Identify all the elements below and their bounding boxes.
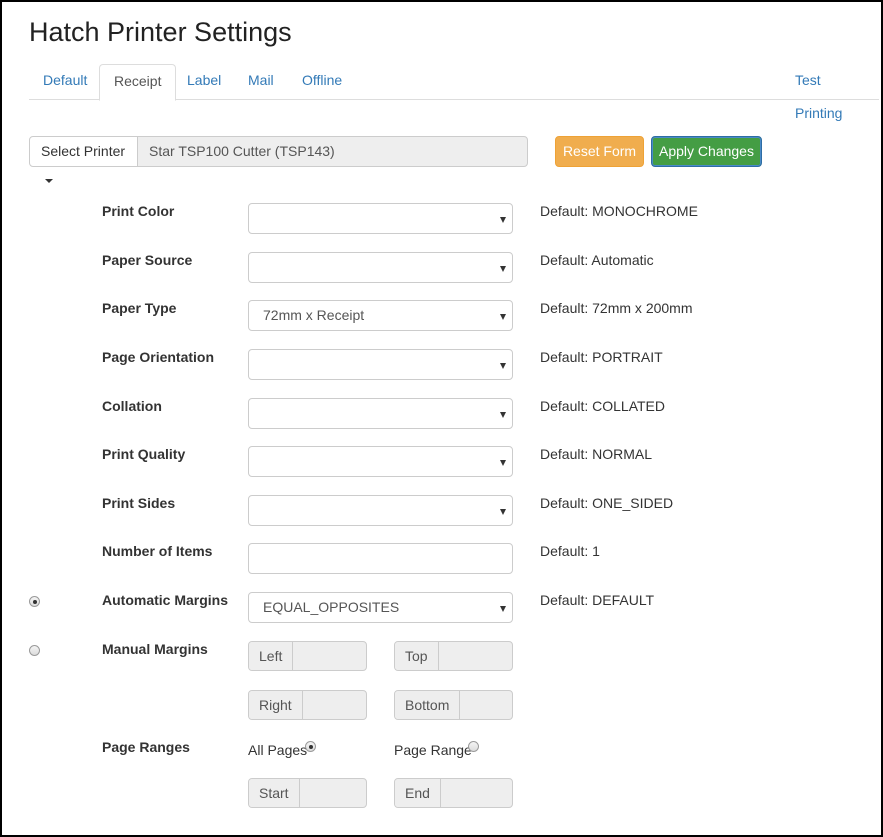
page-range-label: Page Range	[394, 742, 472, 758]
collation-default: Default: COLLATED	[540, 398, 666, 414]
automatic-margins-radio[interactable]	[29, 596, 40, 607]
margin-top-addon: Top	[395, 642, 439, 670]
paper-source-label: Paper Source	[102, 252, 193, 268]
reset-form-button[interactable]: Reset Form	[555, 136, 644, 167]
print-sides-default: Default: ONE_SIDED	[540, 495, 674, 511]
tab-mail[interactable]: Mail	[234, 64, 288, 100]
tab-offline[interactable]: Offline	[288, 64, 356, 100]
all-pages-radio[interactable]	[305, 741, 316, 752]
print-color-label: Print Color	[102, 203, 175, 219]
dropdown-arrow-icon	[500, 606, 506, 612]
automatic-margins-value: EQUAL_OPPOSITES	[263, 599, 400, 615]
print-sides-select[interactable]	[248, 495, 513, 526]
page-orientation-label: Page Orientation	[102, 349, 215, 365]
page-title: Hatch Printer Settings	[29, 17, 292, 47]
dropdown-arrow-icon	[500, 314, 506, 320]
print-quality-default: Default: NORMAL	[540, 446, 653, 462]
page-orientation-select[interactable]	[248, 349, 513, 380]
paper-source-default: Default: Automatic	[540, 252, 654, 268]
dropdown-arrow-icon	[500, 509, 506, 515]
paper-source-select[interactable]	[248, 252, 513, 283]
margin-bottom-addon: Bottom	[395, 691, 461, 719]
number-of-items-default: Default: 1	[540, 543, 600, 559]
print-quality-select[interactable]	[248, 446, 513, 477]
page-range-radio[interactable]	[468, 741, 479, 752]
dropdown-arrow-icon	[500, 460, 506, 466]
margin-left-input[interactable]: Left	[248, 641, 367, 671]
margin-left-addon: Left	[249, 642, 294, 670]
automatic-margins-default: Default: DEFAULT	[540, 592, 655, 608]
collation-label: Collation	[102, 398, 162, 414]
range-start-input[interactable]: Start	[248, 778, 367, 808]
select-printer-button[interactable]: Select Printer	[29, 136, 138, 184]
manual-margins-radio[interactable]	[29, 645, 40, 656]
tab-label[interactable]: Label	[173, 64, 235, 100]
tab-receipt[interactable]: Receipt	[99, 64, 177, 101]
range-start-addon: Start	[249, 779, 300, 807]
range-end-addon: End	[395, 779, 441, 807]
select-printer-label: Select Printer	[41, 143, 126, 159]
page-ranges-label: Page Ranges	[102, 739, 190, 755]
print-color-select[interactable]	[248, 203, 513, 234]
number-of-items-label: Number of Items	[102, 543, 213, 559]
paper-type-select[interactable]: 72mm x Receipt	[248, 300, 513, 331]
collation-select[interactable]	[248, 398, 513, 429]
automatic-margins-label: Automatic Margins	[102, 592, 229, 608]
number-of-items-input[interactable]	[248, 543, 513, 574]
margin-right-input[interactable]: Right	[248, 690, 367, 720]
paper-type-default: Default: 72mm x 200mm	[540, 300, 693, 316]
print-quality-label: Print Quality	[102, 446, 186, 462]
apply-changes-button[interactable]: Apply Changes	[651, 136, 762, 167]
caret-down-icon	[45, 179, 53, 184]
dropdown-arrow-icon	[500, 266, 506, 272]
dropdown-arrow-icon	[500, 217, 506, 223]
range-end-input[interactable]: End	[394, 778, 513, 808]
dropdown-arrow-icon	[500, 363, 506, 369]
tab-default[interactable]: Default	[29, 64, 101, 100]
margin-top-input[interactable]: Top	[394, 641, 513, 671]
tab-test-printing[interactable]: Test Printing	[781, 64, 879, 121]
paper-type-label: Paper Type	[102, 300, 177, 316]
tab-bar: Default Receipt Label Mail Offline Test …	[29, 64, 879, 121]
printer-name-field: Star TSP100 Cutter (TSP143)	[137, 136, 528, 167]
page-orientation-default: Default: PORTRAIT	[540, 349, 663, 365]
all-pages-label: All Pages	[248, 742, 308, 758]
manual-margins-label: Manual Margins	[102, 641, 208, 657]
print-sides-label: Print Sides	[102, 495, 176, 511]
automatic-margins-select[interactable]: EQUAL_OPPOSITES	[248, 592, 513, 623]
margin-bottom-input[interactable]: Bottom	[394, 690, 513, 720]
paper-type-value: 72mm x Receipt	[263, 307, 365, 323]
margin-right-addon: Right	[249, 691, 303, 719]
print-color-default: Default: MONOCHROME	[540, 203, 698, 219]
dropdown-arrow-icon	[500, 412, 506, 418]
